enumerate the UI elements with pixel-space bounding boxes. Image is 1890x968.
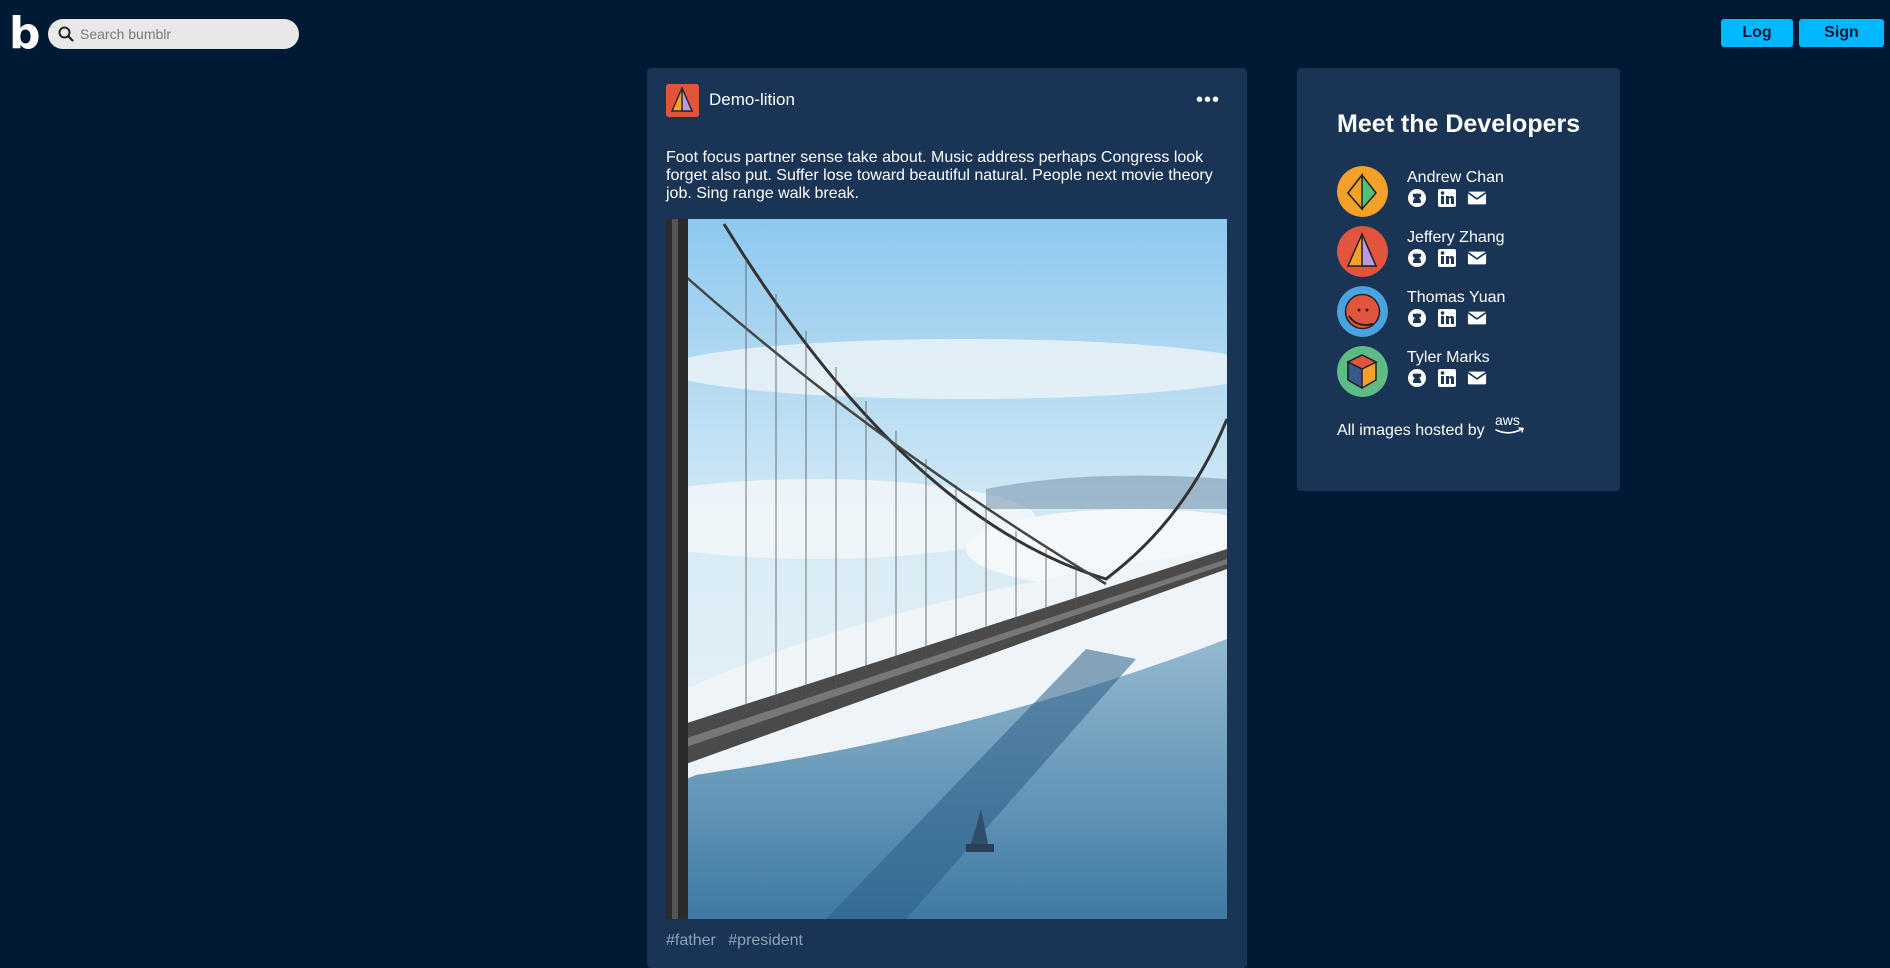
linkedin-icon[interactable] [1437, 188, 1457, 208]
email-icon[interactable] [1467, 368, 1487, 388]
post-image [666, 219, 1227, 919]
post-author-avatar[interactable] [666, 83, 699, 117]
ellipsis-icon[interactable]: ••• [1196, 90, 1220, 110]
developer-avatar[interactable] [1337, 286, 1388, 337]
developer-name: Tyler Marks [1407, 349, 1490, 366]
developer-links [1407, 368, 1487, 388]
developer-links [1407, 188, 1487, 208]
developer-card: Tyler Marks [1337, 346, 1597, 398]
developer-avatar[interactable] [1337, 226, 1388, 277]
search-box[interactable] [48, 19, 299, 49]
email-icon[interactable] [1467, 188, 1487, 208]
aws-logo-icon: aws [1494, 412, 1526, 443]
search-icon [58, 26, 74, 42]
developer-card: Andrew Chan [1337, 166, 1597, 218]
developer-name: Jeffery Zhang [1407, 229, 1505, 246]
post-card: Demo-lition ••• Foot focus partner sense… [647, 68, 1247, 968]
developer-card: Jeffery Zhang [1337, 226, 1597, 278]
post-header: Demo-lition ••• [666, 83, 1228, 117]
developer-name: Thomas Yuan [1407, 289, 1506, 306]
tag-link[interactable]: #father [666, 932, 716, 949]
developer-links [1407, 248, 1487, 268]
developers-title: Meet the Developers [1337, 110, 1581, 138]
log-in-button[interactable]: Log In [1721, 19, 1793, 69]
linkedin-icon[interactable] [1437, 248, 1457, 268]
linkedin-icon[interactable] [1437, 308, 1457, 328]
bumblr-logo[interactable]: b [9, 10, 41, 58]
post-author-name[interactable]: Demo-lition [709, 90, 795, 110]
post-body-text: Foot focus partner sense take about. Mus… [666, 149, 1213, 202]
developer-name: Andrew Chan [1407, 169, 1504, 186]
developers-panel: Meet the Developers Andrew Chan Jeffery … [1297, 68, 1620, 491]
email-icon[interactable] [1467, 308, 1487, 328]
sign-up-button[interactable]: Sign Up [1799, 19, 1884, 69]
github-icon[interactable] [1407, 308, 1427, 328]
developer-avatar[interactable] [1337, 346, 1388, 397]
hosting-credit-text: All images hosted by [1337, 421, 1485, 439]
developer-avatar[interactable] [1337, 166, 1388, 217]
top-bar: b Log In Sign Up [0, 0, 1890, 69]
post-tags: #father #president [666, 932, 811, 950]
email-icon[interactable] [1467, 248, 1487, 268]
tag-link[interactable]: #president [728, 932, 803, 949]
aws-logo-text: aws [1495, 412, 1520, 428]
hosting-credit: All images hosted by aws [1337, 412, 1526, 443]
search-input[interactable] [80, 26, 280, 42]
github-icon[interactable] [1407, 188, 1427, 208]
github-icon[interactable] [1407, 248, 1427, 268]
developer-card: Thomas Yuan [1337, 286, 1597, 338]
github-icon[interactable] [1407, 368, 1427, 388]
linkedin-icon[interactable] [1437, 368, 1457, 388]
developer-links [1407, 308, 1487, 328]
